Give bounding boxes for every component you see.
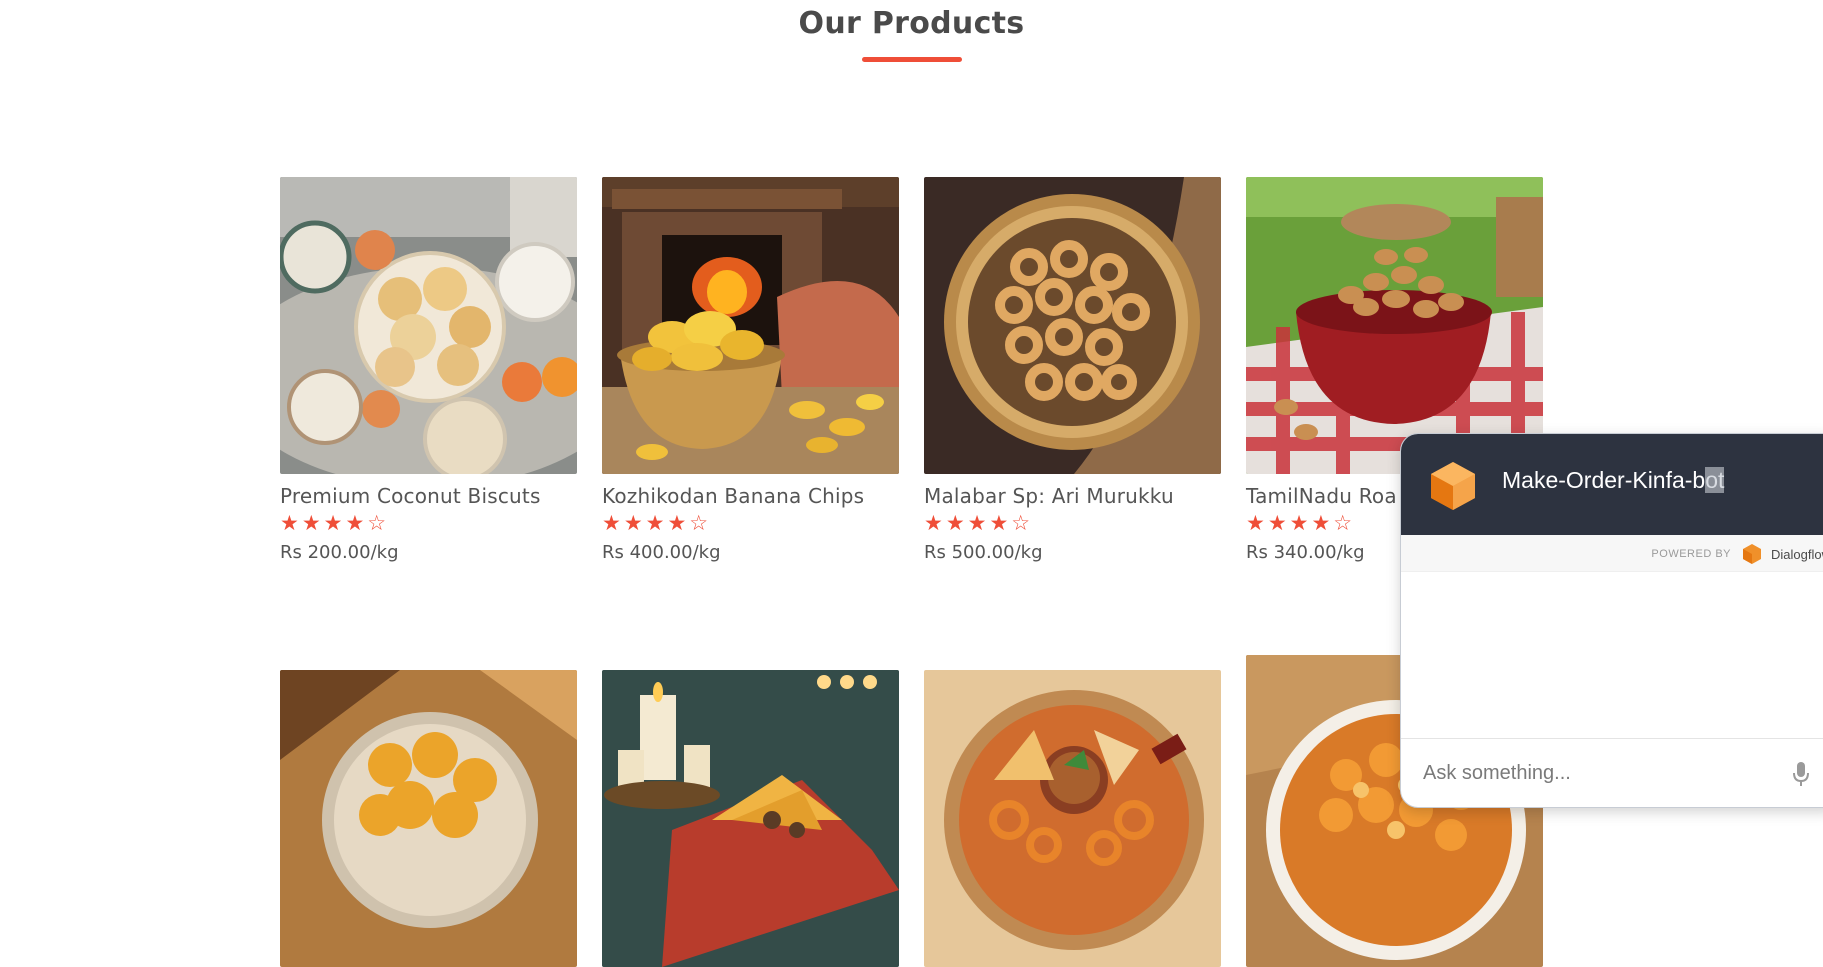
- chat-widget[interactable]: Make-Order-Kinfa-bot POWERED BY Dialogfl…: [1400, 433, 1823, 808]
- product-name[interactable]: Kozhikodan Banana Chips: [602, 484, 864, 508]
- product-image-ari-murukku[interactable]: [924, 177, 1221, 474]
- product-price: Rs 400.00/kg: [602, 542, 721, 563]
- chat-input-row: [1401, 738, 1823, 807]
- rating-stars-icon: ★★★★☆: [280, 511, 390, 535]
- product-image-banana-chips[interactable]: [602, 177, 899, 474]
- chat-title-selected-text: ot: [1705, 467, 1725, 493]
- title-underline: [862, 57, 962, 62]
- product-image-coconut-biscuits[interactable]: [280, 177, 577, 474]
- product-image-laddu[interactable]: [280, 670, 577, 967]
- dialogflow-logo-icon: [1743, 544, 1761, 564]
- product-name[interactable]: Premium Coconut Biscuts: [280, 484, 541, 508]
- chat-header: Make-Order-Kinfa-bot: [1401, 434, 1823, 535]
- dialogflow-name: Dialogflow: [1771, 547, 1823, 562]
- chat-messages-area: [1401, 571, 1823, 739]
- product-image-roasted-peanuts[interactable]: [1246, 177, 1543, 474]
- product-image-mixture[interactable]: [924, 670, 1221, 967]
- chat-title: Make-Order-Kinfa-bot: [1502, 467, 1725, 494]
- product-name[interactable]: TamilNadu Roa: [1246, 484, 1397, 508]
- product-price: Rs 200.00/kg: [280, 542, 399, 563]
- cube-logo-icon: [1431, 462, 1475, 510]
- rating-stars-icon: ★★★★☆: [1246, 511, 1356, 535]
- rating-stars-icon: ★★★★☆: [602, 511, 712, 535]
- microphone-icon[interactable]: [1793, 762, 1809, 786]
- rating-stars-icon: ★★★★☆: [924, 511, 1034, 535]
- section-title: Our Products: [798, 6, 1025, 41]
- chat-title-text: Make-Order-Kinfa-b: [1502, 467, 1706, 493]
- chat-message-input[interactable]: [1421, 757, 1785, 789]
- product-price: Rs 340.00/kg: [1246, 542, 1365, 563]
- powered-by-bar: POWERED BY Dialogflow: [1401, 535, 1823, 572]
- product-name[interactable]: Malabar Sp: Ari Murukku: [924, 484, 1174, 508]
- powered-by-label: POWERED BY: [1651, 548, 1731, 560]
- product-price: Rs 500.00/kg: [924, 542, 1043, 563]
- product-image-nachos[interactable]: [602, 670, 899, 967]
